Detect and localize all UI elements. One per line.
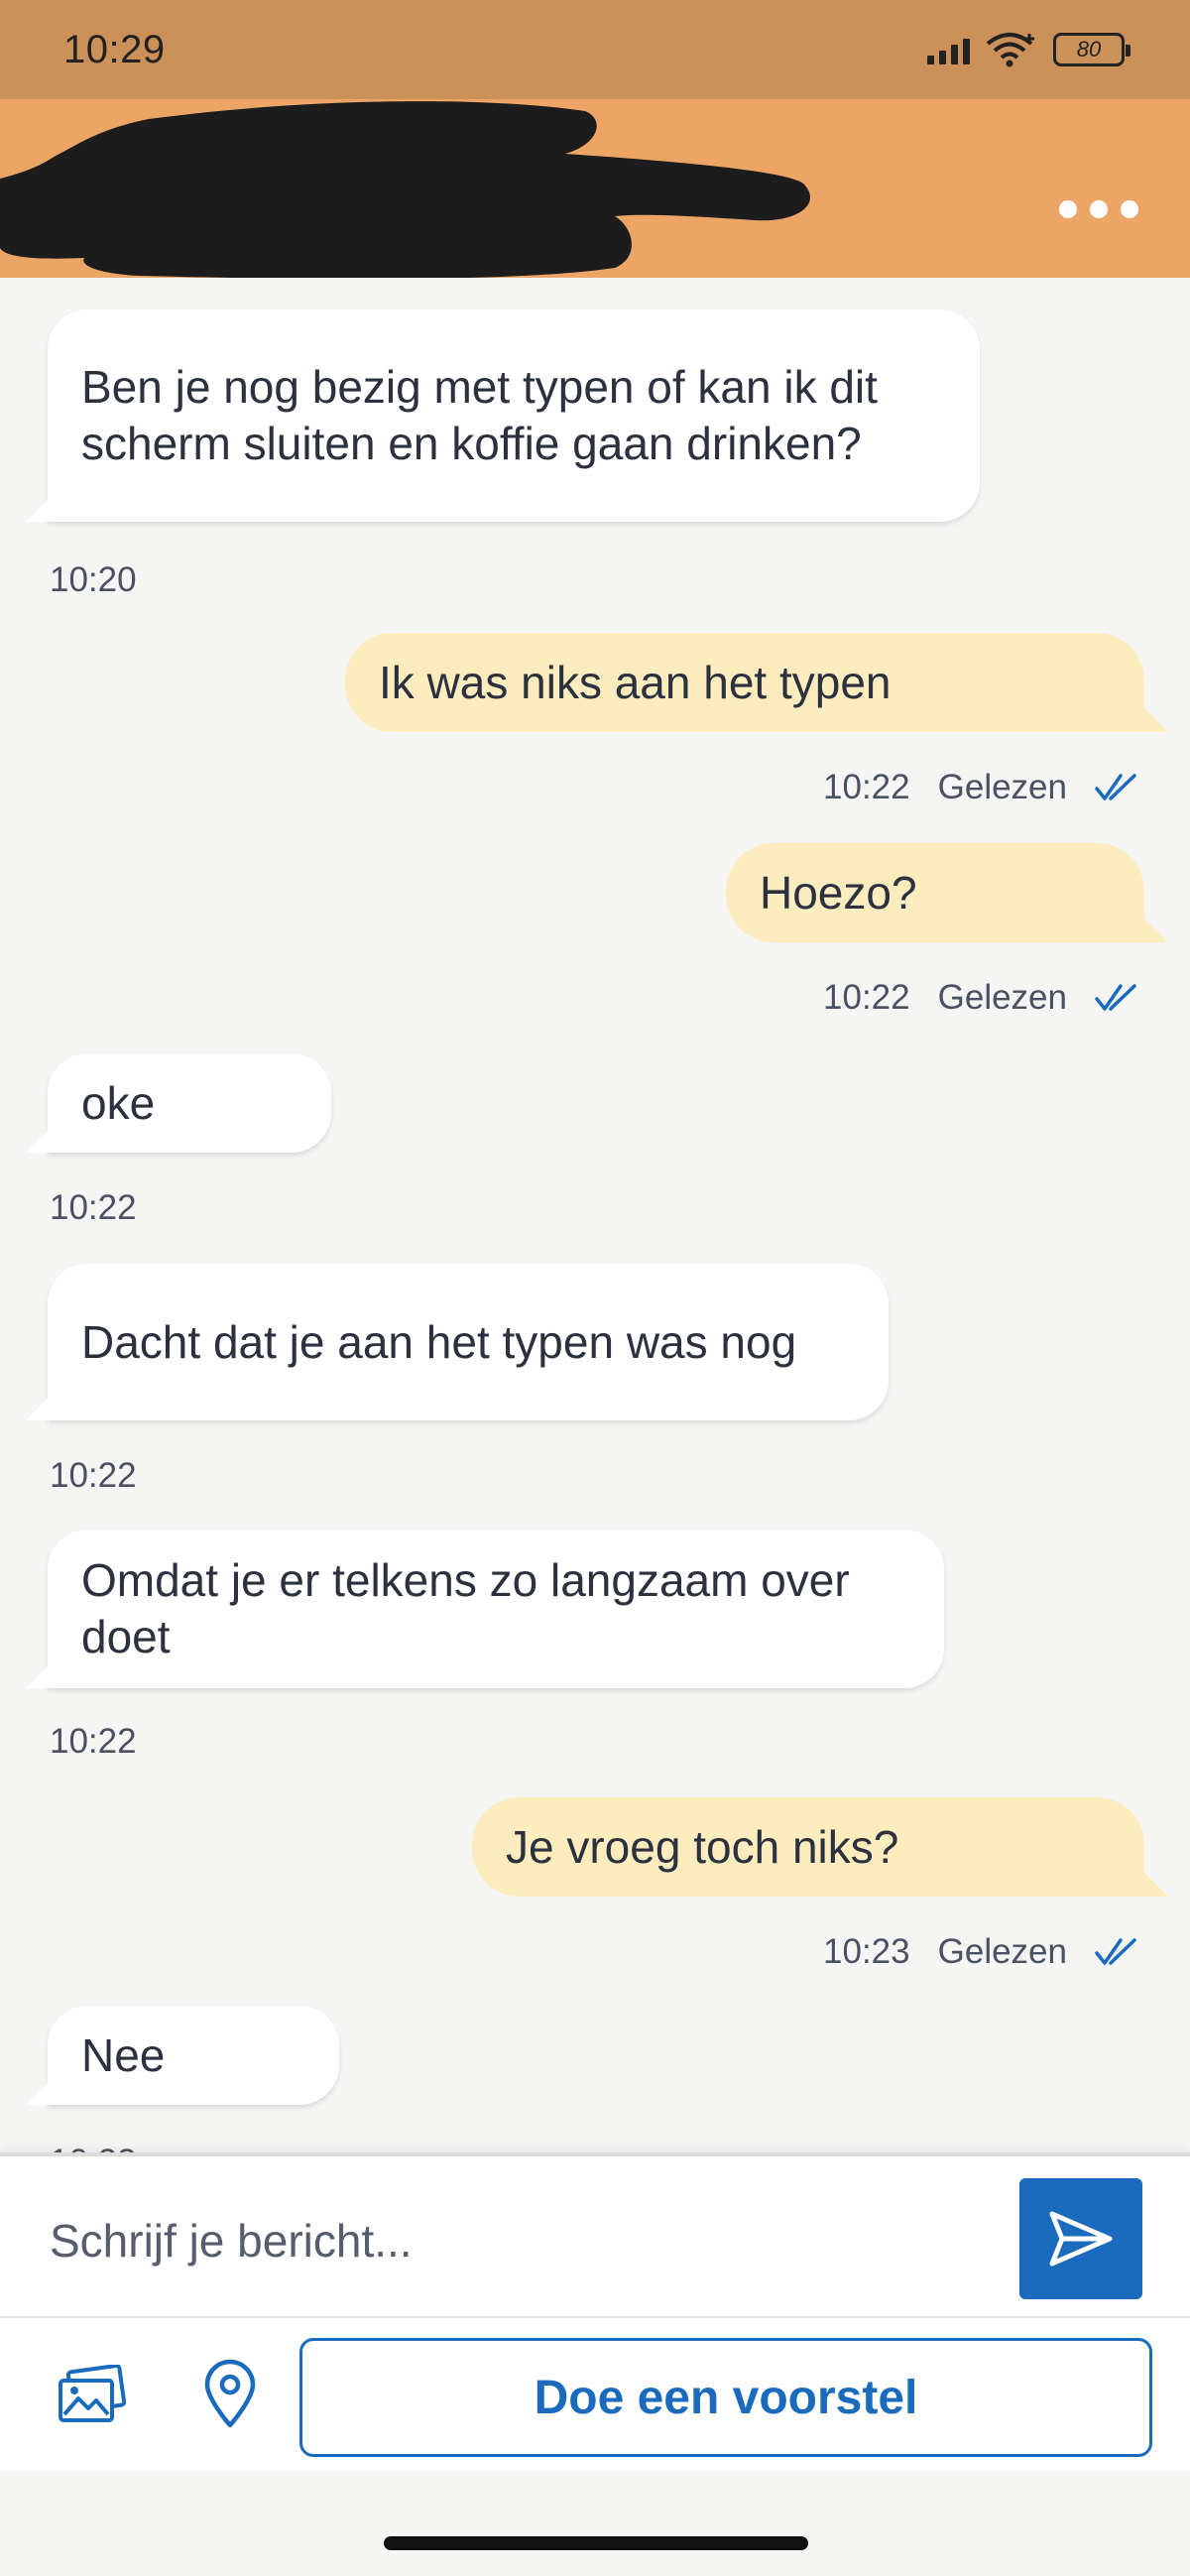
message-time: 10:22 <box>50 1188 137 1227</box>
status-time: 10:29 <box>63 27 166 71</box>
chat-header <box>0 99 1190 278</box>
message-meta: 10:23 Gelezen <box>823 1932 1138 1972</box>
incoming-message[interactable]: Ben je nog bezig met typen of kan ik dit… <box>26 309 980 522</box>
make-offer-button[interactable]: Doe een voorstel <box>299 2338 1152 2457</box>
message-time: 10:22 <box>50 1456 137 1495</box>
more-options-button[interactable] <box>1059 194 1138 224</box>
incoming-message[interactable]: Omdat je er telkens zo langzaam over doe… <box>26 1530 944 1688</box>
message-text: Nee <box>81 2028 166 2081</box>
send-button[interactable] <box>1019 2178 1142 2299</box>
location-button[interactable] <box>194 2356 266 2433</box>
message-time: 10:22 <box>823 768 910 806</box>
read-status: Gelezen <box>937 1932 1067 1971</box>
message-time: 10:22 <box>823 978 910 1017</box>
redacted-contact-name <box>0 101 810 278</box>
message-text: Ik was niks aan het typen <box>379 656 892 708</box>
message-text: Hoezo? <box>760 866 917 919</box>
read-status: Gelezen <box>937 978 1067 1017</box>
incoming-message[interactable]: Dacht dat je aan het typen was nog <box>26 1264 889 1420</box>
message-meta: 10:22 Gelezen <box>823 768 1138 807</box>
outgoing-message[interactable]: Ik was niks aan het typen <box>345 633 1144 732</box>
outgoing-message[interactable]: Hoezo? <box>726 843 1144 942</box>
incoming-message[interactable]: Nee <box>26 2006 339 2105</box>
double-check-icon <box>1095 984 1136 1011</box>
message-meta: 10:22 Gelezen <box>823 978 1138 1018</box>
message-text: Je vroeg toch niks? <box>506 1820 899 1873</box>
location-pin-icon <box>204 2360 256 2428</box>
message-composer <box>0 2152 1190 2316</box>
message-time: 10:23 <box>823 1932 910 1971</box>
home-area <box>0 2470 1190 2576</box>
double-check-icon <box>1095 774 1136 800</box>
message-list[interactable]: Ben je nog bezig met typen of kan ik dit… <box>0 278 1190 2152</box>
message-time: 10:22 <box>50 1722 137 1761</box>
status-icons: 80 <box>927 32 1130 67</box>
double-check-icon <box>1095 1938 1136 1965</box>
action-toolbar: Doe een voorstel <box>0 2316 1190 2470</box>
outgoing-message[interactable]: Je vroeg toch niks? <box>472 1797 1144 1897</box>
image-gallery-icon <box>59 2365 126 2422</box>
message-input[interactable] <box>50 2206 982 2275</box>
message-text: Ben je nog bezig met typen of kan ik dit… <box>81 361 878 469</box>
incoming-message[interactable]: oke <box>26 1053 331 1153</box>
battery-level: 80 <box>1076 37 1102 61</box>
photo-button[interactable] <box>52 2358 131 2431</box>
message-text: Omdat je er telkens zo langzaam over doe… <box>81 1554 850 1662</box>
signal-icon <box>927 35 970 64</box>
wifi-icon <box>986 33 1034 67</box>
home-indicator[interactable] <box>384 2536 808 2550</box>
message-time: 10:23 <box>50 2143 137 2152</box>
battery-icon: 80 <box>1053 33 1130 66</box>
message-text: Dacht dat je aan het typen was nog <box>81 1315 797 1368</box>
message-text: oke <box>81 1076 156 1129</box>
message-time: 10:20 <box>50 560 137 599</box>
status-bar: 10:29 80 <box>0 0 1190 99</box>
send-icon <box>1049 2211 1113 2267</box>
read-status: Gelezen <box>937 768 1067 806</box>
more-horizontal-icon <box>1059 200 1077 218</box>
